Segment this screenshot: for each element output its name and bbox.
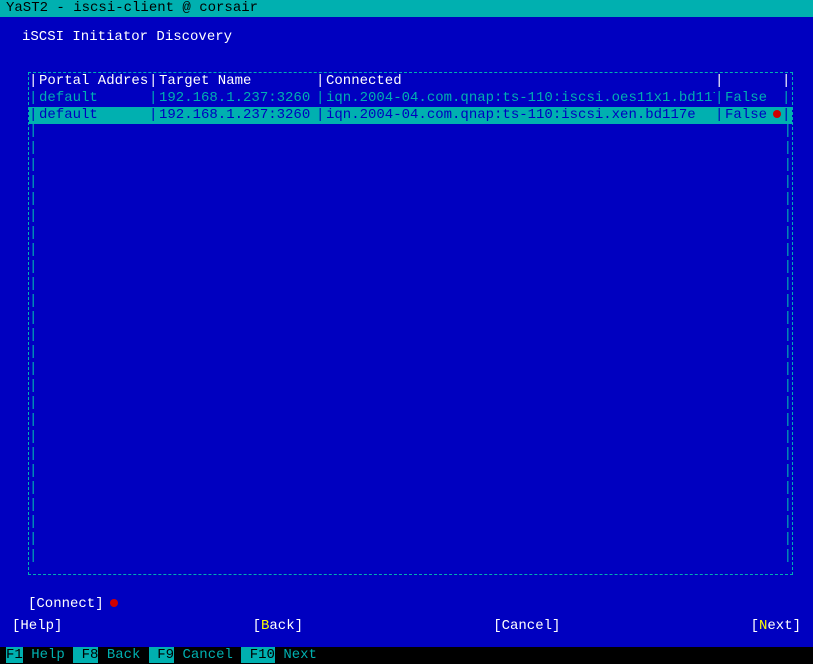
f8-key[interactable]: F8: [73, 647, 98, 663]
header-portal: Portal Address: [39, 73, 149, 90]
table-row-selected[interactable]: | default | 192.168.1.237:3260 | iqn.200…: [29, 107, 792, 124]
cell-portal: default: [39, 107, 149, 124]
box-border-fill: ||||||||||||||||||||||||||||||||||||||||…: [29, 123, 792, 573]
f1-key[interactable]: F1: [6, 647, 23, 663]
connect-button[interactable]: [Connect]: [28, 596, 118, 613]
table-row[interactable]: | default | 192.168.1.237:3260 | iqn.200…: [29, 90, 792, 107]
window-title: YaST2 - iscsi-client @ corsair: [0, 0, 813, 17]
cell-name: iqn.2004-04.com.qnap:ts-110:iscsi.xen.bd…: [326, 107, 715, 124]
marker-dot-icon: [773, 110, 781, 118]
discovery-table[interactable]: | Portal Address | Target Name | Connect…: [29, 73, 792, 124]
cell-portal: default: [39, 90, 149, 107]
discovery-table-box: | Portal Address | Target Name | Connect…: [28, 72, 793, 575]
cell-target: 192.168.1.237:3260: [159, 90, 316, 107]
cancel-button[interactable]: [Cancel]: [493, 618, 560, 635]
main-area: iSCSI Initiator Discovery | Portal Addre…: [0, 17, 813, 647]
cell-connected: False: [725, 107, 782, 124]
marker-dot-icon: [110, 599, 118, 607]
table-header: | Portal Address | Target Name | Connect…: [29, 73, 792, 90]
header-target: Target Name: [159, 73, 316, 90]
next-button[interactable]: [Next]: [751, 618, 801, 635]
help-button[interactable]: [Help]: [12, 618, 62, 635]
header-connected: Connected: [326, 73, 715, 90]
fkey-bar: F1 Help F8 Back F9 Cancel F10 Next: [0, 647, 813, 664]
cell-name: iqn.2004-04.com.qnap:ts-110:iscsi.oes11x…: [326, 90, 715, 107]
wizard-buttons: [Help] [Back] [Cancel] [Next]: [12, 618, 801, 635]
f9-key[interactable]: F9: [149, 647, 174, 663]
cell-connected: False: [725, 90, 782, 107]
cell-target: 192.168.1.237:3260: [159, 107, 316, 124]
back-button[interactable]: [Back]: [253, 618, 303, 635]
f10-key[interactable]: F10: [241, 647, 275, 663]
dialog-title: iSCSI Initiator Discovery: [0, 17, 813, 52]
